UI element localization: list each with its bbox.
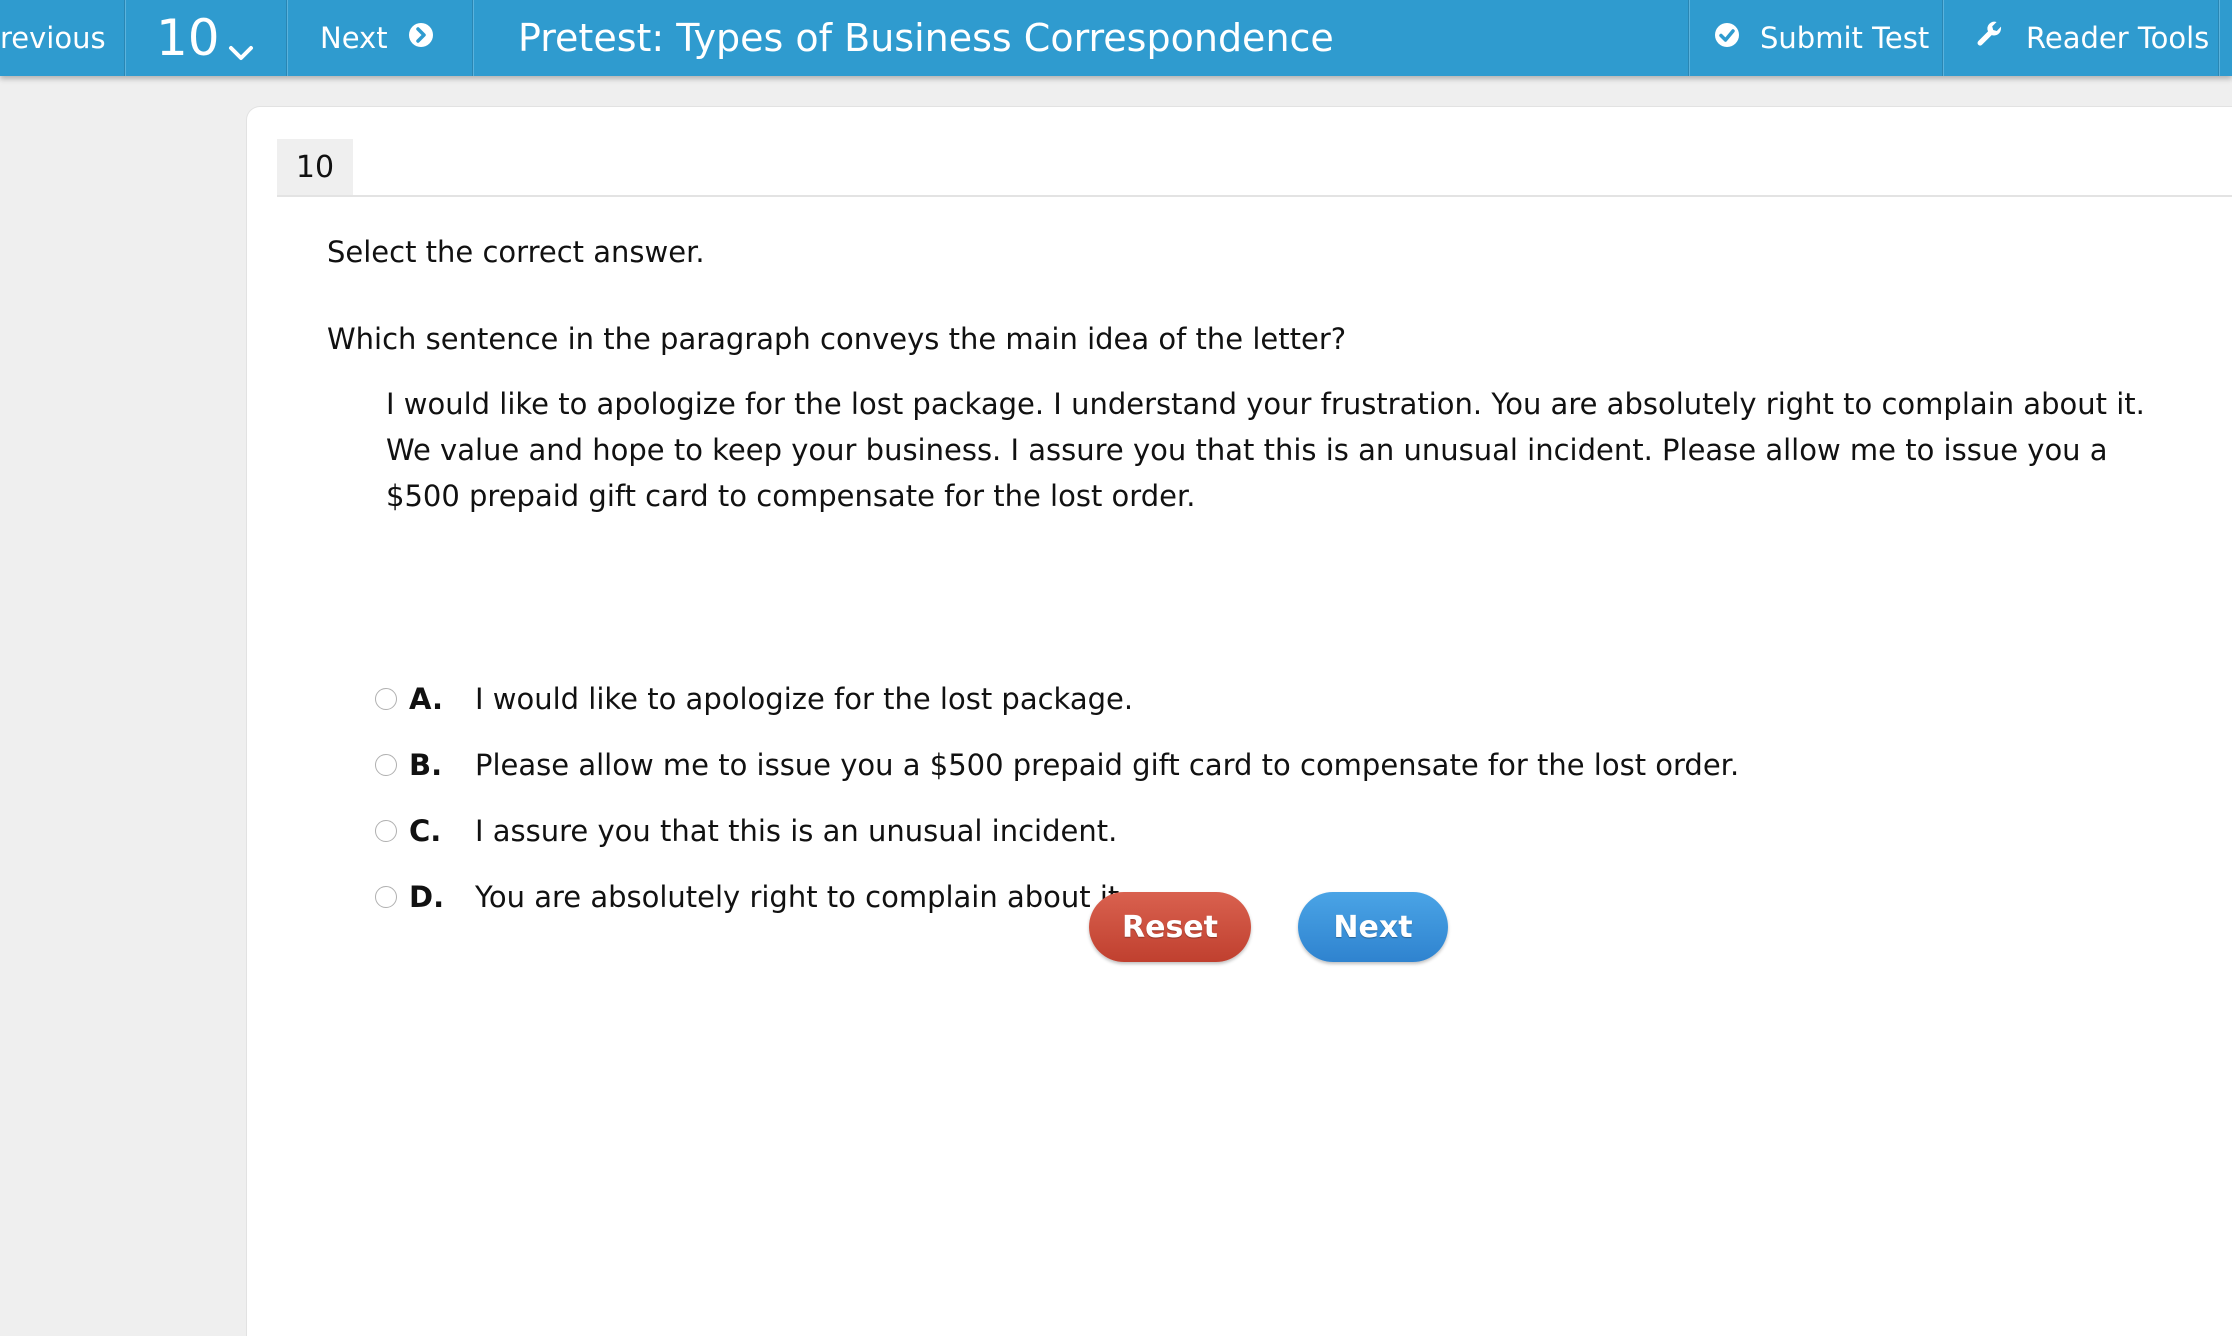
letter-passage: I would like to apologize for the lost p…: [386, 387, 2145, 513]
toolbar-divider: [286, 0, 288, 76]
option-letter: B.: [409, 748, 443, 782]
top-toolbar: revious 10 Next Pretest: Types of Busine…: [0, 0, 2232, 76]
submit-test-label: Submit Test: [1760, 21, 1930, 55]
answer-option-c[interactable]: C. I assure you that this is an unusual …: [375, 811, 1117, 851]
question-instruction: Select the correct answer.: [327, 235, 705, 269]
wrench-icon: [1974, 20, 2004, 57]
toolbar-divider: [2218, 0, 2220, 76]
option-text: I assure you that this is an unusual inc…: [475, 814, 1118, 848]
answer-option-a[interactable]: A. I would like to apologize for the los…: [375, 679, 1133, 719]
previous-label: revious: [0, 21, 106, 55]
test-title-text: Pretest: Types of Business Correspondenc…: [518, 16, 1334, 60]
test-title: Pretest: Types of Business Correspondenc…: [518, 0, 1334, 76]
question-number: 10: [156, 9, 220, 67]
option-letter: A.: [409, 682, 443, 716]
toolbar-divider: [1942, 0, 1944, 76]
question-tab-number: 10: [295, 149, 335, 185]
answer-option-d[interactable]: D. You are absolutely right to complain …: [375, 877, 1129, 917]
reset-label: Reset: [1122, 909, 1218, 945]
answer-option-b[interactable]: B. Please allow me to issue you a $500 p…: [375, 745, 1739, 785]
chevron-down-icon: [228, 16, 254, 74]
previous-button[interactable]: revious: [0, 0, 124, 76]
option-text: Please allow me to issue you a $500 prep…: [475, 748, 1740, 782]
toolbar-divider: [472, 0, 474, 76]
radio-button[interactable]: [375, 820, 397, 842]
option-letter: C.: [409, 814, 442, 848]
reset-button[interactable]: Reset: [1089, 892, 1251, 962]
reader-tools-label: Reader Tools: [2026, 21, 2210, 55]
next-label: Next: [1333, 909, 1413, 945]
option-letter: D.: [409, 880, 445, 914]
toolbar-next-button[interactable]: Next: [290, 0, 470, 76]
toolbar-next-label: Next: [320, 21, 388, 55]
question-number-dropdown[interactable]: 10: [130, 0, 280, 76]
option-text: You are absolutely right to complain abo…: [475, 880, 1129, 914]
toolbar-divider: [1688, 0, 1690, 76]
question-number-tab: 10: [277, 139, 353, 197]
option-text: I would like to apologize for the lost p…: [475, 682, 1134, 716]
question-tab-bar: 10: [277, 139, 2232, 197]
question-prompt: Which sentence in the paragraph conveys …: [327, 322, 1347, 356]
radio-button[interactable]: [375, 688, 397, 710]
radio-button[interactable]: [375, 886, 397, 908]
radio-button[interactable]: [375, 754, 397, 776]
question-panel: 10 Select the correct answer. Which sent…: [246, 106, 2232, 1336]
submit-test-button[interactable]: Submit Test: [1692, 0, 1936, 76]
toolbar-divider: [124, 0, 126, 76]
check-circle-icon: [1714, 21, 1740, 55]
reader-tools-button[interactable]: Reader Tools: [1948, 0, 2218, 76]
next-button[interactable]: Next: [1298, 892, 1448, 962]
arrow-circle-right-icon: [408, 21, 434, 55]
